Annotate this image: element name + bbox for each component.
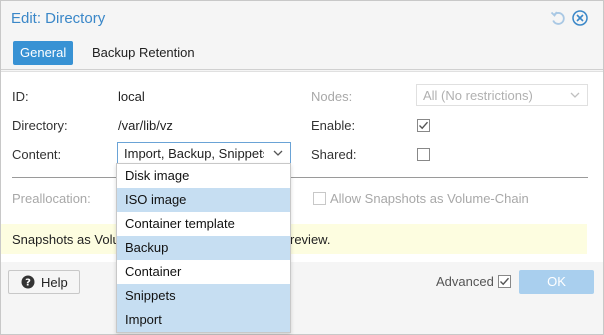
enable-checkbox[interactable] xyxy=(417,119,430,132)
nodes-combo-value: All (No restrictions) xyxy=(423,88,533,103)
advanced-label: Advanced xyxy=(436,274,494,289)
snapshots-label: Allow Snapshots as Volume-Chain xyxy=(330,191,529,206)
undo-icon[interactable] xyxy=(549,9,567,27)
content-dropdown-list: Disk image ISO image Container template … xyxy=(116,163,291,333)
dropdown-item-disk-image[interactable]: Disk image xyxy=(117,164,290,188)
section-divider xyxy=(12,177,588,178)
title-bar: Edit: Directory xyxy=(1,1,603,37)
directory-label: Directory: xyxy=(12,118,68,133)
dropdown-item-backup[interactable]: Backup xyxy=(117,236,290,260)
help-button[interactable]: ? Help xyxy=(8,270,80,294)
id-value: local xyxy=(118,89,145,104)
dropdown-item-container[interactable]: Container xyxy=(117,260,290,284)
dropdown-item-container-template[interactable]: Container template xyxy=(117,212,290,236)
info-banner: Snapshots as Volu review. xyxy=(1,224,587,254)
content-combo[interactable]: Import, Backup, Snippets xyxy=(117,142,291,164)
tab-general[interactable]: General xyxy=(13,41,74,65)
dialog-footer: ? Help Advanced OK xyxy=(1,263,603,301)
info-text: Snapshots as Volu xyxy=(12,232,120,247)
dropdown-item-import[interactable]: Import xyxy=(117,308,290,332)
help-button-label: Help xyxy=(41,275,68,290)
snapshots-checkbox[interactable] xyxy=(313,192,326,205)
chevron-down-icon[interactable] xyxy=(270,145,286,161)
shared-label: Shared: xyxy=(311,147,357,162)
advanced-checkbox[interactable] xyxy=(498,275,511,288)
question-circle-icon: ? xyxy=(21,275,35,289)
close-circle-icon[interactable] xyxy=(571,9,589,27)
id-label: ID: xyxy=(12,89,29,104)
nodes-combo[interactable]: All (No restrictions) xyxy=(416,84,588,106)
content-label: Content: xyxy=(12,147,62,162)
dropdown-item-iso-image[interactable]: ISO image xyxy=(117,188,290,212)
ok-button[interactable]: OK xyxy=(519,270,594,294)
tab-bar: General Backup Retention xyxy=(1,39,603,70)
nodes-label: Nodes: xyxy=(311,89,353,104)
info-text-tail: review. xyxy=(290,232,331,247)
svg-text:?: ? xyxy=(25,278,31,289)
shared-checkbox[interactable] xyxy=(417,148,430,161)
chevron-down-icon[interactable] xyxy=(567,87,583,103)
preallocation-label: Preallocation: xyxy=(12,191,91,206)
directory-value: /var/lib/vz xyxy=(118,118,173,133)
tab-backup-retention[interactable]: Backup Retention xyxy=(85,41,202,65)
enable-label: Enable: xyxy=(311,118,356,133)
dialog-title: Edit: Directory xyxy=(11,10,106,27)
content-combo-value: Import, Backup, Snippets xyxy=(124,146,264,161)
edit-directory-dialog: Edit: Directory General Backup Retention… xyxy=(0,0,604,335)
form-body: ID: local Directory: /var/lib/vz Content… xyxy=(1,71,603,262)
dropdown-item-snippets[interactable]: Snippets xyxy=(117,284,290,308)
